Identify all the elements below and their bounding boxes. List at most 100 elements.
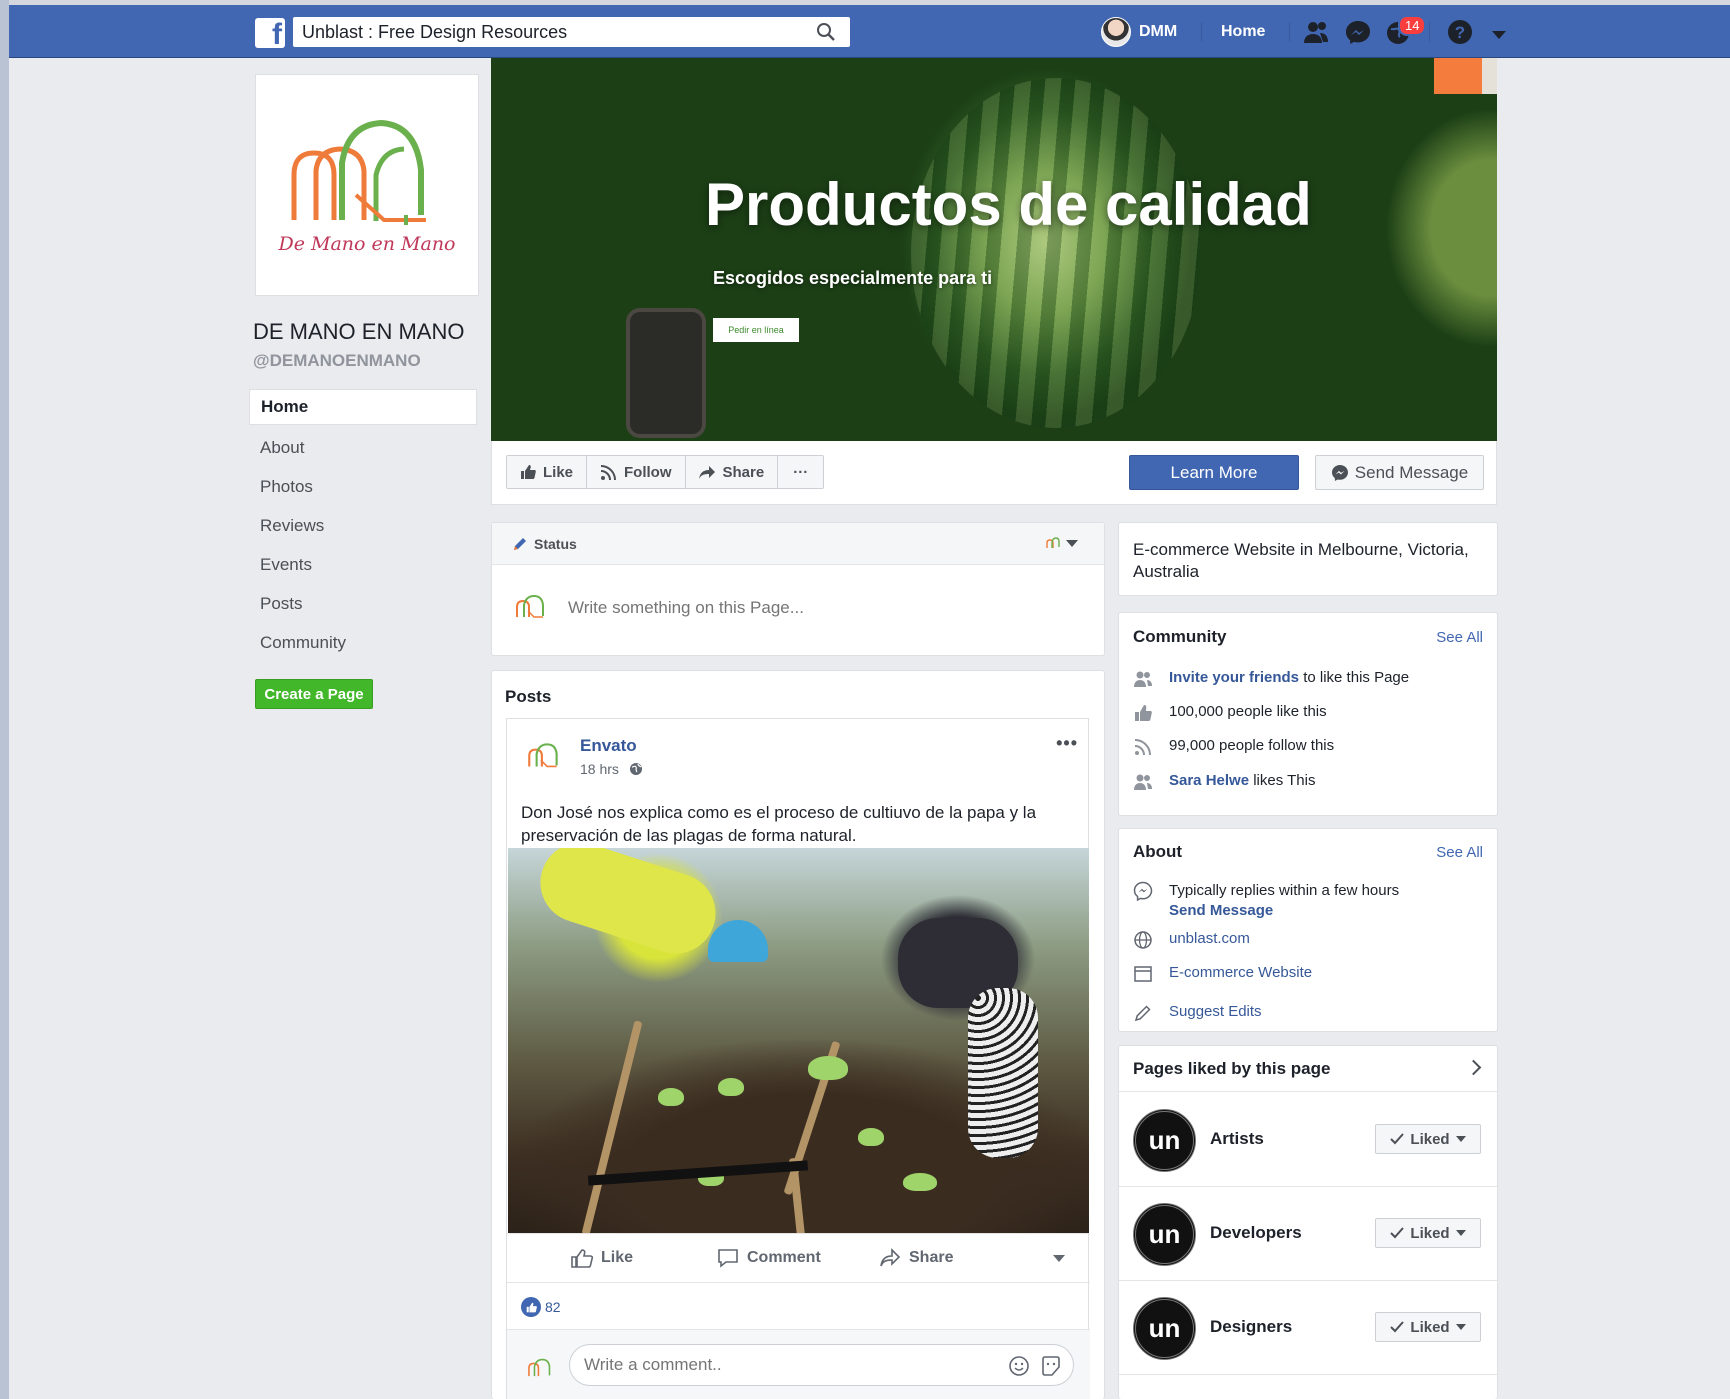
- friend-likes-text: Sara Helwe likes This: [1169, 772, 1315, 789]
- status-composer: Status: [491, 522, 1105, 656]
- liked-button[interactable]: Liked: [1375, 1124, 1481, 1154]
- about-send-message-link[interactable]: Send Message: [1169, 901, 1399, 921]
- pages-liked-header[interactable]: Pages liked by this page: [1119, 1046, 1497, 1092]
- about-see-all-link[interactable]: See All: [1436, 844, 1483, 861]
- posts-heading: Posts: [505, 687, 552, 706]
- cover-brand-tag: [1434, 58, 1482, 94]
- like-page-button[interactable]: Like: [507, 456, 588, 488]
- page-action-buttons: Like Follow Share ···: [506, 455, 825, 489]
- about-category-row: E-commerce Website: [1133, 964, 1312, 984]
- category-link[interactable]: E-commerce Website: [1169, 964, 1312, 981]
- cover-photo[interactable]: Productos de calidad Escogidos especialm…: [491, 58, 1497, 441]
- yellow-shirt-image: [530, 848, 726, 964]
- search-box[interactable]: [293, 17, 850, 47]
- audience-chevron-down-icon[interactable]: [1053, 1255, 1065, 1262]
- post-like-label: Like: [601, 1249, 634, 1266]
- comment-input[interactable]: [584, 1355, 964, 1375]
- account-menu-chevron-down-icon[interactable]: [1492, 31, 1506, 39]
- invite-friends-icon: [1134, 671, 1152, 687]
- status-input[interactable]: [568, 598, 968, 618]
- more-options-button[interactable]: ···: [778, 456, 823, 488]
- nav-item-events[interactable]: Events: [249, 545, 477, 584]
- liked-page-avatar[interactable]: un: [1133, 1203, 1196, 1266]
- nav-item-reviews[interactable]: Reviews: [249, 506, 477, 545]
- post-comment-button[interactable]: Comment: [717, 1248, 821, 1268]
- help-icon[interactable]: ?: [1446, 19, 1474, 45]
- send-message-label: Send Message: [1354, 462, 1469, 482]
- send-message-button[interactable]: Send Message: [1315, 455, 1484, 490]
- nav-item-community[interactable]: Community: [249, 623, 477, 662]
- post-options-icon[interactable]: •••: [1056, 733, 1078, 754]
- emoji-icon[interactable]: [1008, 1355, 1030, 1377]
- reaction-count: 82: [545, 1299, 561, 1315]
- liked-page-row: un Artists Liked: [1119, 1093, 1499, 1187]
- cap-image: [708, 920, 768, 962]
- search-input[interactable]: [302, 17, 802, 47]
- page-identity-chevron-down-icon[interactable]: [1066, 540, 1078, 547]
- liked-page-name[interactable]: Designers: [1210, 1317, 1292, 1337]
- liked-button[interactable]: Liked: [1375, 1312, 1481, 1342]
- pages-liked-heading: Pages liked by this page: [1133, 1059, 1331, 1078]
- avatar: [1101, 17, 1131, 47]
- post-photo[interactable]: [508, 848, 1089, 1233]
- share-arrow-icon: [698, 465, 715, 479]
- post-comment-label: Comment: [747, 1249, 821, 1266]
- messenger-icon[interactable]: [1344, 19, 1372, 45]
- liked-page-row: un Designers Liked: [1119, 1281, 1499, 1375]
- status-tab[interactable]: Status: [534, 536, 577, 552]
- post-share-label: Share: [909, 1249, 954, 1266]
- nav-item-photos[interactable]: Photos: [249, 467, 477, 506]
- thumbs-up-icon: [1135, 705, 1152, 721]
- nav-item-home[interactable]: Home: [249, 389, 477, 425]
- post-author-avatar[interactable]: [524, 737, 564, 777]
- invite-friends-link[interactable]: Invite your friends: [1169, 669, 1299, 686]
- post-time-text[interactable]: 18 hrs: [580, 761, 619, 777]
- post-timestamp: 18 hrs: [580, 761, 643, 777]
- create-page-button[interactable]: Create a Page: [255, 679, 373, 709]
- page-category: E-commerce Website in Melbourne, Victori…: [1118, 522, 1498, 596]
- thumbs-up-icon: [521, 465, 536, 479]
- nav-item-posts[interactable]: Posts: [249, 584, 477, 623]
- friend-name-link[interactable]: Sara Helwe: [1169, 772, 1249, 789]
- messenger-icon: [1331, 464, 1348, 481]
- chevron-down-icon: [1455, 1136, 1466, 1142]
- commenter-avatar: [528, 1358, 551, 1377]
- composer-tabs: Status: [492, 523, 1104, 565]
- liked-button[interactable]: Liked: [1375, 1218, 1481, 1248]
- pages-liked-card: Pages liked by this page un Artists Like…: [1118, 1045, 1499, 1399]
- sticker-icon[interactable]: [1040, 1355, 1062, 1377]
- chevron-right-icon: [1465, 1059, 1482, 1076]
- nav-item-about[interactable]: About: [249, 428, 477, 467]
- learn-more-button[interactable]: Learn More: [1129, 455, 1299, 490]
- messenger-icon: [1133, 881, 1153, 901]
- facebook-logo-icon[interactable]: f: [255, 18, 285, 50]
- liked-page-name[interactable]: Artists: [1210, 1129, 1264, 1149]
- follow-button[interactable]: Follow: [587, 456, 686, 488]
- svg-text:?: ?: [1455, 23, 1465, 42]
- website-link[interactable]: unblast.com: [1169, 930, 1250, 947]
- share-button[interactable]: Share: [686, 456, 779, 488]
- reaction-summary[interactable]: 82: [521, 1297, 561, 1317]
- community-see-all-link[interactable]: See All: [1436, 629, 1483, 646]
- brand-logo-text: De Mano en Mano: [278, 233, 456, 255]
- about-heading: About: [1133, 842, 1183, 861]
- friend-requests-icon[interactable]: [1302, 19, 1330, 45]
- globe-icon: [1134, 931, 1152, 949]
- liked-page-avatar[interactable]: un: [1133, 1297, 1196, 1360]
- liked-page-name[interactable]: Developers: [1210, 1223, 1302, 1243]
- suggest-edits-link[interactable]: Suggest Edits: [1169, 1003, 1262, 1020]
- comment-composer: [507, 1329, 1090, 1399]
- rss-follow-icon: [600, 464, 617, 480]
- search-icon[interactable]: [816, 22, 836, 42]
- profile-link[interactable]: DMM: [1101, 17, 1177, 47]
- post-like-button[interactable]: Like: [571, 1248, 633, 1268]
- community-heading: Community: [1133, 627, 1227, 646]
- comment-box[interactable]: [569, 1344, 1074, 1386]
- cover-order-button[interactable]: Pedir en línea: [713, 318, 799, 342]
- rss-follow-icon: [1134, 739, 1151, 756]
- post-author-name[interactable]: Envato: [580, 736, 637, 756]
- page-profile-picture[interactable]: De Mano en Mano: [255, 74, 479, 296]
- home-link[interactable]: Home: [1221, 23, 1265, 41]
- post-share-button[interactable]: Share: [879, 1248, 953, 1268]
- liked-page-avatar[interactable]: un: [1133, 1109, 1196, 1172]
